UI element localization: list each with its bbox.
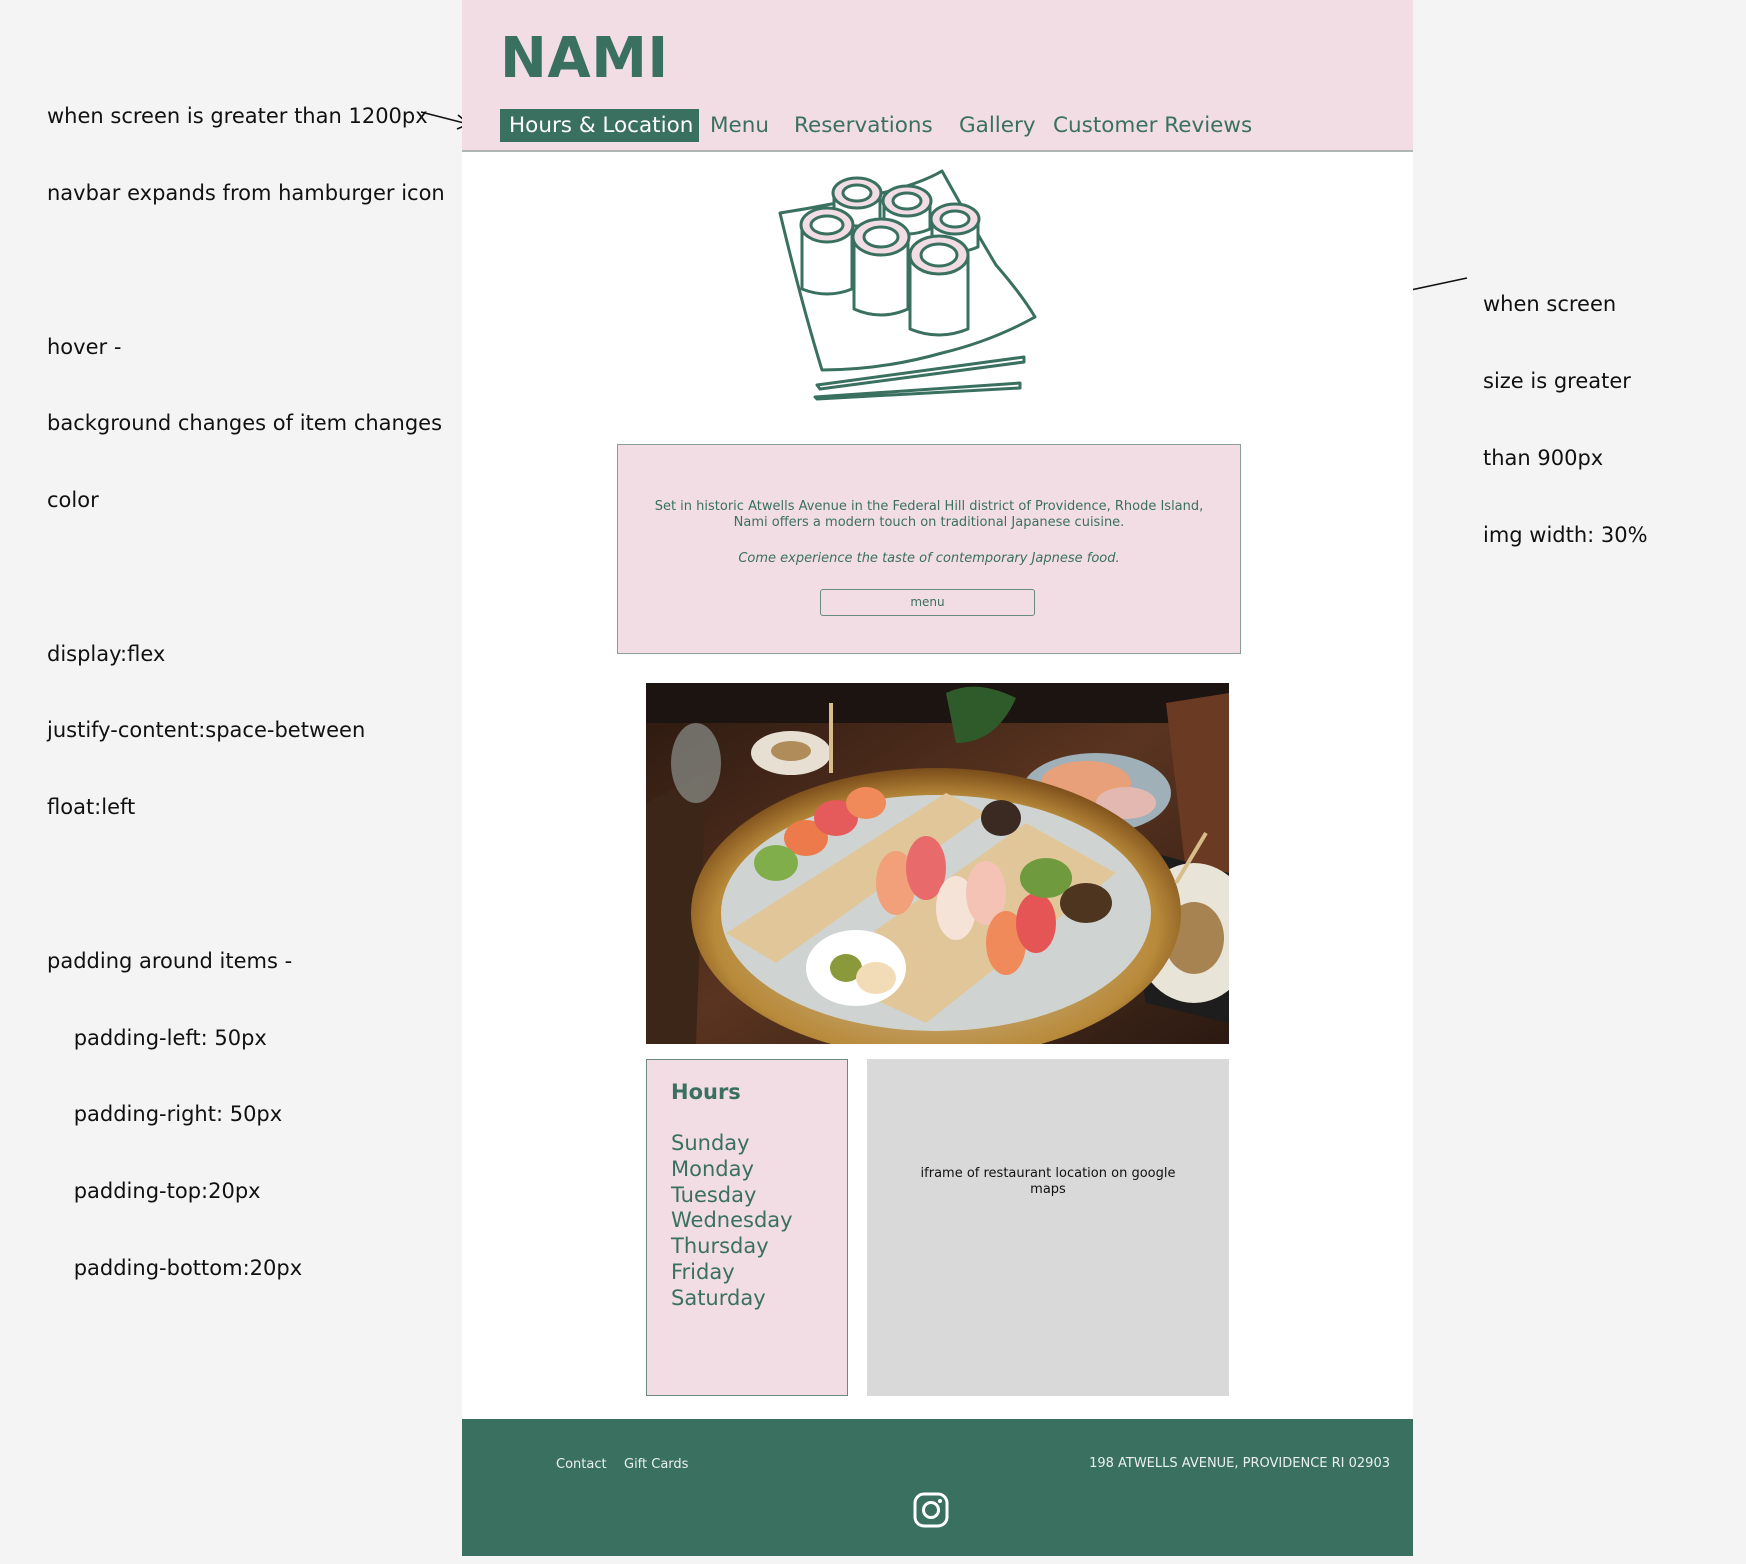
intro-tagline: Come experience the taste of contemporar… bbox=[738, 551, 1120, 566]
nav-item-gallery[interactable]: Gallery bbox=[959, 109, 1036, 142]
hours-day: Sunday bbox=[671, 1131, 750, 1155]
hours-title: Hours bbox=[671, 1080, 741, 1104]
footer-link-contact[interactable]: Contact bbox=[556, 1457, 607, 1472]
menu-button[interactable]: menu bbox=[820, 589, 1035, 616]
annotation-line: than 900px bbox=[1483, 445, 1604, 470]
hours-list: Sunday Monday Tuesday Wednesday Thursday… bbox=[671, 1131, 793, 1312]
annotation-line: padding-top:20px bbox=[47, 1179, 261, 1204]
annotation-line: hover - bbox=[47, 334, 122, 359]
site-header: NAMI Hours & Location Menu Reservations … bbox=[462, 0, 1413, 152]
annotation-line: background changes of item changes bbox=[47, 411, 443, 436]
footer-link-gift-cards[interactable]: Gift Cards bbox=[624, 1457, 688, 1472]
hours-card: Hours Sunday Monday Tuesday Wednesday Th… bbox=[646, 1059, 848, 1396]
annotation-line: float:left bbox=[47, 795, 136, 820]
annotation-line: when screen bbox=[1483, 292, 1617, 317]
annotation-line: justify-content:space-between bbox=[47, 718, 366, 743]
hours-day: Tuesday bbox=[671, 1182, 757, 1207]
annotation-line bbox=[47, 565, 445, 591]
annotation-line: padding-left: 50px bbox=[47, 1025, 267, 1050]
nav-item-hours-location[interactable]: Hours & Location bbox=[500, 109, 700, 142]
nav-item-menu[interactable]: Menu bbox=[710, 109, 769, 142]
map-placeholder-text: iframe of restaurant location on google … bbox=[920, 1166, 1176, 1197]
sushi-platter-photo bbox=[646, 683, 1229, 1044]
hours-day: Monday bbox=[671, 1156, 754, 1181]
annotation-line: navbar expands from hamburger icon bbox=[47, 180, 445, 205]
instagram-icon[interactable] bbox=[913, 1492, 949, 1528]
annotation-line: img width: 30% bbox=[1483, 522, 1648, 547]
annotation-line: when screen is greater than 1200px bbox=[47, 104, 428, 129]
annotation-line bbox=[47, 872, 445, 898]
hours-day: Thursday bbox=[671, 1234, 769, 1259]
annotation-line bbox=[47, 258, 445, 284]
hours-day: Wednesday bbox=[671, 1208, 793, 1233]
intro-box: Set in historic Atwells Avenue in the Fe… bbox=[617, 444, 1241, 654]
footer-address: 198 ATWELLS AVENUE, PROVIDENCE RI 02903 bbox=[1089, 1456, 1390, 1471]
annotation-line: color bbox=[47, 488, 99, 513]
annotation-navbar: when screen is greater than 1200px navba… bbox=[47, 53, 445, 1307]
site-footer: Contact Gift Cards 198 ATWELLS AVENUE, P… bbox=[462, 1419, 1413, 1556]
annotation-line: size is greater bbox=[1483, 368, 1631, 393]
hours-day: Friday bbox=[671, 1259, 735, 1284]
nav-item-customer-reviews[interactable]: Customer Reviews bbox=[1053, 109, 1252, 142]
nav-item-reservations[interactable]: Reservations bbox=[794, 109, 933, 142]
annotation-line: padding-right: 50px bbox=[47, 1102, 283, 1127]
sushi-platter-image bbox=[646, 683, 1229, 1044]
hours-day: Saturday bbox=[671, 1285, 766, 1310]
map-placeholder[interactable]: iframe of restaurant location on google … bbox=[867, 1059, 1229, 1396]
annotation-image-width: when screen size is greater than 900px i… bbox=[1483, 241, 1648, 574]
intro-text: Set in historic Atwells Avenue in the Fe… bbox=[654, 499, 1204, 530]
logo[interactable]: NAMI bbox=[500, 26, 669, 91]
website-page: NAMI Hours & Location Menu Reservations … bbox=[462, 0, 1413, 1556]
annotation-line: padding around items - bbox=[47, 948, 293, 973]
annotation-line: display:flex bbox=[47, 641, 166, 666]
sushi-illustration bbox=[778, 169, 1037, 401]
annotation-line: padding-bottom:20px bbox=[47, 1255, 303, 1280]
